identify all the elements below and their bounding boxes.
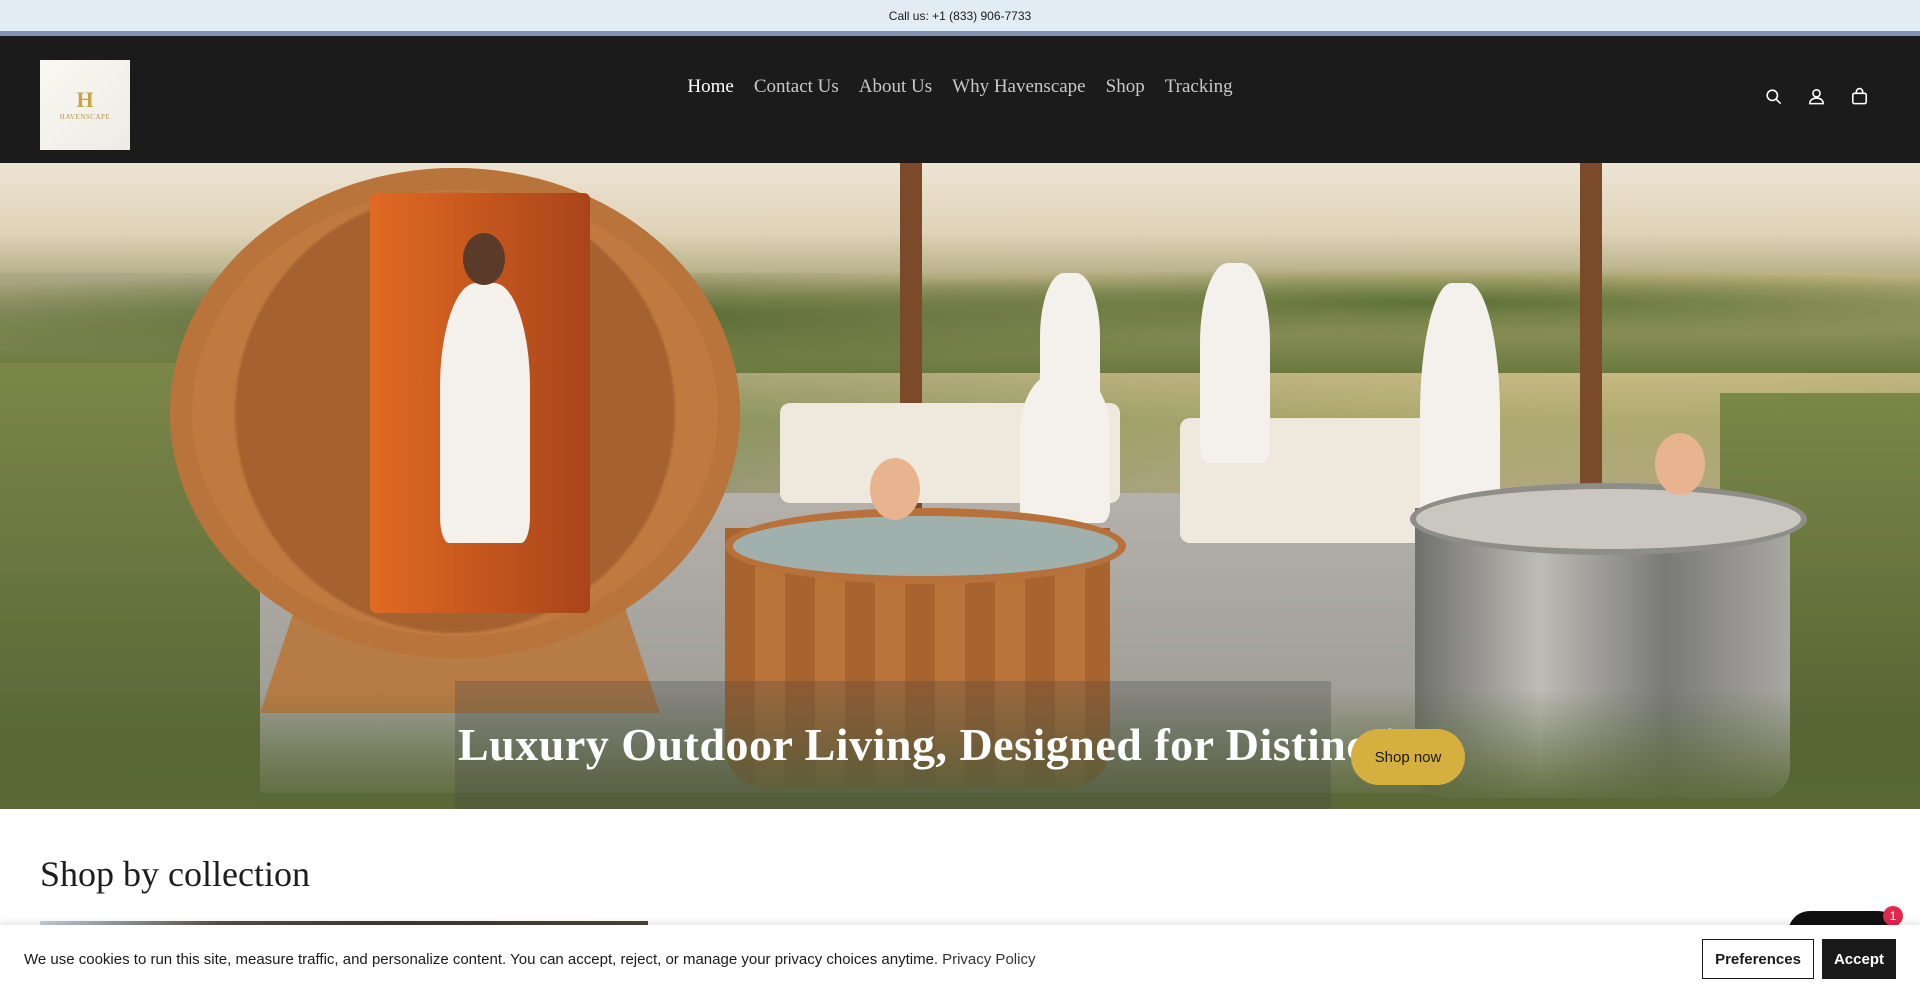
site-logo[interactable]: H HAVENSCAPE <box>40 60 130 150</box>
accept-button[interactable]: Accept <box>1821 939 1896 979</box>
person-head <box>1655 433 1705 495</box>
nav-item-why-havenscape[interactable]: Why Havenscape <box>952 76 1085 98</box>
logo-text: HAVENSCAPE <box>59 113 111 121</box>
site-header: H HAVENSCAPE Home Contact Us About Us Wh… <box>0 36 1920 163</box>
person-head <box>463 233 505 285</box>
cookie-buttons: Preferences Accept <box>1702 939 1896 979</box>
announcement-bar: Call us: +1 (833) 906-7733 <box>0 0 1920 36</box>
announcement-text: Call us: +1 (833) 906-7733 <box>888 8 1032 23</box>
cart-icon[interactable] <box>1849 86 1870 107</box>
cookie-message: We use cookies to run this site, measure… <box>24 950 939 968</box>
header-icons <box>1763 86 1870 107</box>
person-in-robe <box>1020 373 1110 523</box>
person-in-robe <box>440 283 530 543</box>
nav-item-about-us[interactable]: About Us <box>859 76 932 98</box>
privacy-policy-link[interactable]: Privacy Policy <box>942 951 1035 968</box>
chat-notification-badge: 1 <box>1883 906 1903 926</box>
hero-banner: Luxury Outdoor Living, Designed for Dist… <box>0 163 1920 809</box>
shop-now-button[interactable]: Shop now <box>1351 729 1465 785</box>
person-in-robe <box>1200 263 1270 463</box>
preferences-button[interactable]: Preferences <box>1702 939 1814 979</box>
account-icon[interactable] <box>1806 86 1827 107</box>
nav-item-home[interactable]: Home <box>687 76 733 98</box>
nav-item-shop[interactable]: Shop <box>1106 76 1145 98</box>
hero-title: Luxury Outdoor Living, Designed for Dist… <box>458 719 1446 770</box>
main-nav: Home Contact Us About Us Why Havenscape … <box>687 76 1232 98</box>
search-icon[interactable] <box>1763 86 1784 107</box>
collections-title: Shop by collection <box>40 854 310 894</box>
logo-mark: H <box>76 87 94 112</box>
nav-item-contact-us[interactable]: Contact Us <box>754 76 839 98</box>
person-head <box>870 458 920 520</box>
nav-item-tracking[interactable]: Tracking <box>1165 76 1233 98</box>
cookie-banner: We use cookies to run this site, measure… <box>0 925 1920 993</box>
